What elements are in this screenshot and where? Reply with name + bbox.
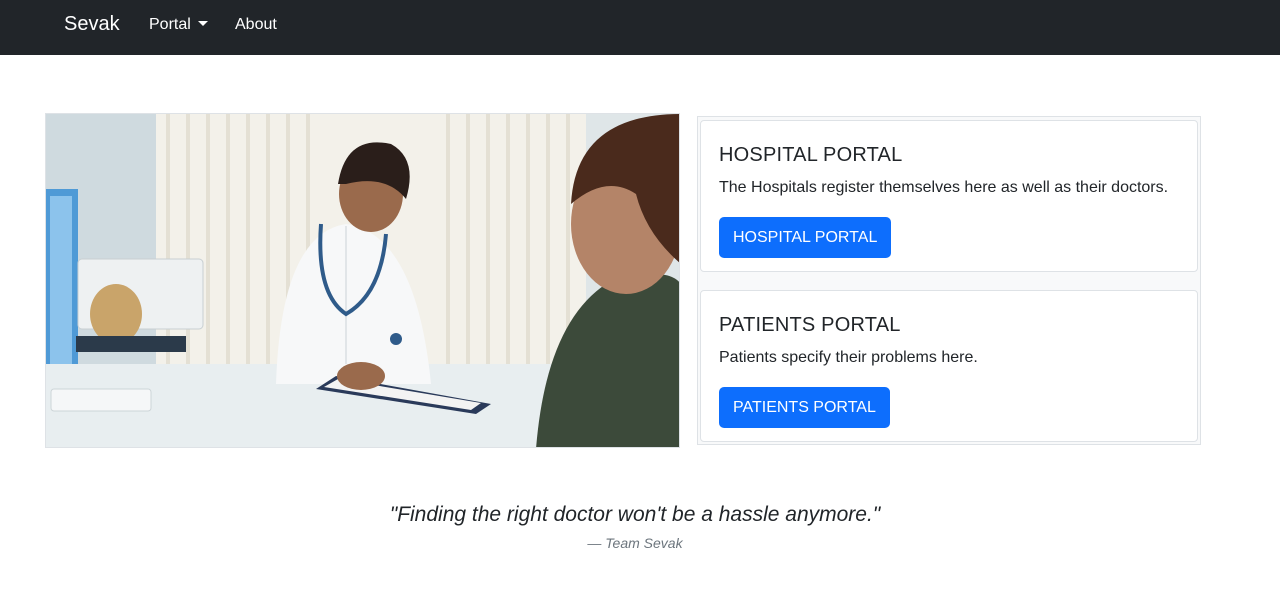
brand-link[interactable]: Sevak	[64, 13, 120, 36]
nav-portal-label: Portal	[149, 16, 191, 33]
portal-cards: HOSPITAL PORTAL The Hospitals register t…	[697, 116, 1201, 445]
hospital-portal-button[interactable]: HOSPITAL PORTAL	[719, 217, 892, 258]
patients-portal-title: PATIENTS PORTAL	[719, 314, 901, 336]
caret-down-icon	[197, 21, 208, 26]
patients-portal-card: PATIENTS PORTAL Patients specify their p…	[700, 290, 1198, 442]
nav-about-link[interactable]: About	[235, 16, 277, 34]
tagline-quote: "Finding the right doctor won't be a has…	[389, 503, 881, 526]
top-navbar: Sevak Portal About	[0, 0, 1280, 55]
hospital-portal-title: HOSPITAL PORTAL	[719, 144, 903, 166]
doctor-consultation-illustration	[46, 114, 679, 447]
quote-author: — Team Sevak	[587, 535, 683, 551]
hospital-portal-description: The Hospitals register themselves here a…	[719, 179, 1169, 196]
hero-image	[45, 113, 680, 448]
nav-portal-dropdown[interactable]: Portal	[149, 16, 208, 34]
patients-portal-button[interactable]: PATIENTS PORTAL	[719, 387, 890, 428]
patients-portal-description: Patients specify their problems here.	[719, 349, 978, 366]
hospital-portal-card: HOSPITAL PORTAL The Hospitals register t…	[700, 120, 1198, 272]
